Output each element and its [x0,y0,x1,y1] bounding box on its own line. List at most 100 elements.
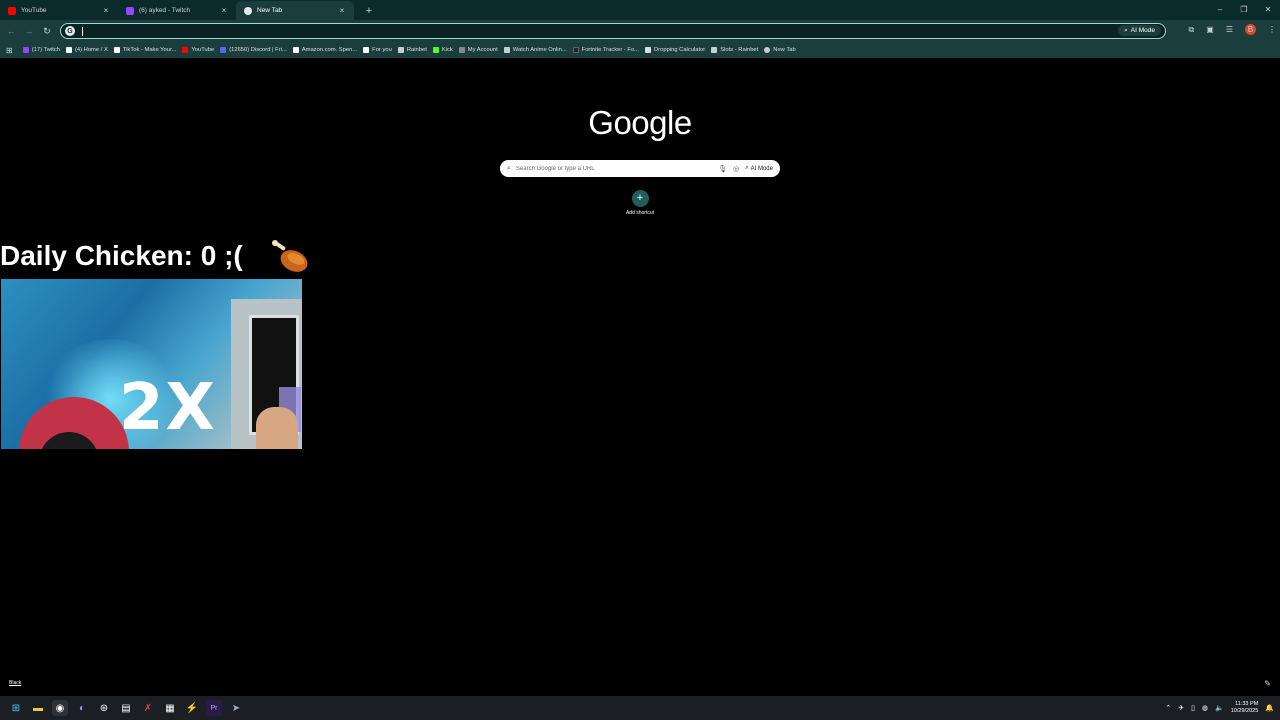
bookmark-item[interactable]: YouTube [182,47,214,53]
app-arrow-icon[interactable]: ➤ [228,700,244,716]
bookmark-label: My Account [467,47,498,53]
rainbet-icon [711,47,718,53]
close-tab-icon[interactable]: × [338,6,346,15]
tab-twitch[interactable]: (6) ayked - Twitch × [118,1,236,20]
forward-button[interactable]: → [22,24,36,38]
bookmark-item[interactable]: Fortnite Tracker - Fo... [572,47,639,53]
bookmark-label: Dropping Calculator [654,47,706,53]
bookmark-item[interactable]: For you [363,47,392,53]
bookmark-item[interactable]: My Account [458,47,498,53]
bookmark-label: Amazon.com. Spen... [301,47,358,53]
bookmark-label: TikTok - Make Your... [122,47,177,53]
side-panel-icon[interactable]: ▣ [1206,25,1214,34]
twitch-icon [22,47,29,53]
ai-search-icon: ⌕ [1124,26,1128,34]
tab-new-tab[interactable]: New Tab × [236,1,354,20]
tab-title: (6) ayked - Twitch [139,7,191,14]
ai-mode-label: AI Mode [1130,27,1155,34]
bookmark-item[interactable]: (17) Twitch [22,47,60,53]
globe-icon [764,47,771,53]
customize-pencil-icon[interactable]: ✎ [1264,679,1271,688]
bookmark-label: New Tab [773,47,796,53]
volume-icon[interactable]: 🔈 [1215,704,1224,712]
file-explorer-icon[interactable]: ▬ [30,700,46,716]
youtube-favicon-icon [8,6,16,15]
new-tab-button[interactable]: + [360,2,378,20]
chevron-up-icon[interactable]: ⌃ [1165,704,1171,712]
anime-icon [503,47,510,53]
bookmark-item[interactable]: Amazon.com. Spen... [292,47,358,53]
back-button[interactable]: ← [4,24,18,38]
ntp-search-box[interactable]: ⌕ 🎙 ◎ ⌕ AI Mode [500,160,780,177]
browser-toolbar: ← → ↻ G ⌕ AI Mode ⧉ ▣ ☰ B ⋮ [0,20,1280,42]
bookmark-label: Slots - Rainbet [720,47,759,53]
discord-icon[interactable]: ◐ [74,700,90,716]
app-icon[interactable]: ▦ [162,700,178,716]
bookmark-item[interactable]: Kick [432,47,453,53]
google-logo: Google [588,104,692,141]
close-tab-icon[interactable]: × [102,6,110,15]
extensions-icon[interactable]: ⧉ [1189,25,1195,35]
search-icon: ⌕ [507,164,511,172]
game-icon[interactable]: ⊛ [96,700,112,716]
windows-taskbar: ⊞ ▬ ◉ ◐ ⊛ ▤ ✗ ▦ ⚡ Pr ➤ ⌃ ✈ ▯ ◍ 🔈 11:33 P… [0,696,1280,720]
close-tab-icon[interactable]: × [220,6,228,15]
network-icon[interactable]: ◍ [1202,704,1208,712]
usb-icon[interactable]: ▯ [1191,704,1195,712]
daily-chicken-counter: Daily Chicken: 0 ;( [0,240,243,271]
ntp-search-input[interactable] [515,165,713,172]
reading-list-icon[interactable]: ☰ [1226,25,1233,34]
tab-youtube[interactable]: YouTube × [0,1,118,20]
maximize-icon[interactable]: ❐ [1232,0,1256,20]
clock[interactable]: 11:33 PM 10/29/2025 [1231,701,1259,715]
bookmark-label: Watch Anime Onlin... [512,47,567,53]
tray-app-icon[interactable]: ✈ [1178,704,1184,712]
add-shortcut[interactable]: + Add shortcut [620,190,660,216]
bookmark-item[interactable]: Rainbet [397,47,427,53]
bookmark-item[interactable]: Dropping Calculator [645,47,705,53]
theme-link[interactable]: Black [9,680,21,686]
chicken-drumstick-icon [272,240,308,272]
address-bar[interactable]: G ⌕ AI Mode [60,23,1166,39]
bookmark-item[interactable]: Slots - Rainbet [711,47,758,53]
clock-date: 10/29/2025 [1230,708,1259,714]
lens-icon[interactable]: ◎ [733,165,739,173]
menu-icon[interactable]: ⋮ [1268,25,1276,34]
close-window-icon[interactable]: ✕ [1256,0,1280,20]
chrome-icon[interactable]: ◉ [52,700,68,716]
webcam-feed: 2X [1,279,302,449]
app-icon[interactable]: ▤ [118,700,134,716]
notification-bell-icon[interactable]: 🔔 [1265,704,1274,712]
system-tray: ⌃ ✈ ▯ ◍ 🔈 11:33 PM 10/29/2025 🔔 [1165,696,1274,720]
reload-button[interactable]: ↻ [40,24,54,38]
bookmark-item[interactable]: (4) Home / X [65,47,108,53]
tab-title: New Tab [257,7,283,14]
apps-grid-icon[interactable]: ⊞ [6,46,13,55]
bookmark-item[interactable]: TikTok - Make Your... [113,47,177,53]
ai-search-icon: ⌕ [745,165,749,171]
bookmark-label: YouTube [191,47,215,53]
twitch-favicon-icon [126,6,134,15]
ntp-ai-mode-button[interactable]: ⌕ AI Mode [745,165,773,172]
bookmark-label: Kick [441,47,453,53]
plus-icon: + [631,190,649,207]
bookmark-item[interactable]: (12650) Discord | Fri... [220,47,287,53]
rainbet-icon [397,47,404,53]
microphone-icon[interactable]: 🎙 [718,165,727,173]
bookmark-item[interactable]: New Tab [764,47,796,53]
bookmark-label: (17) Twitch [31,47,60,53]
minimize-icon[interactable]: – [1208,0,1232,20]
app-x-icon[interactable]: ✗ [140,700,156,716]
youtube-icon [182,47,189,53]
ai-mode-button[interactable]: ⌕ AI Mode [1118,25,1161,36]
bookmark-label: For you [372,47,392,53]
profile-avatar[interactable]: B [1245,24,1256,35]
hand [256,407,298,449]
bolt-icon[interactable]: ⚡ [184,700,200,716]
account-icon [458,47,465,53]
windows-start-icon[interactable]: ⊞ [8,700,24,716]
premiere-icon[interactable]: Pr [206,700,222,716]
bookmark-item[interactable]: Watch Anime Onlin... [503,47,567,53]
discord-icon [220,47,227,53]
text-caret [82,26,83,36]
